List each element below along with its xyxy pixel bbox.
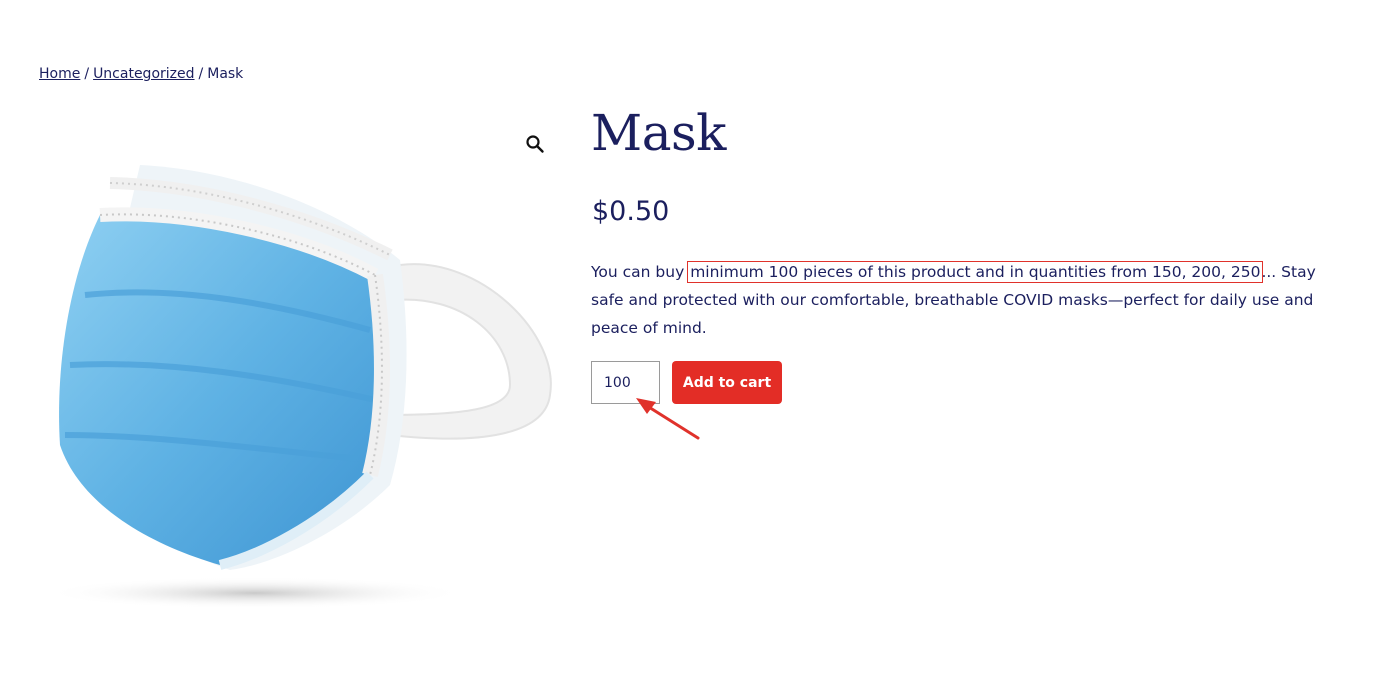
breadcrumb-separator: /	[198, 66, 204, 82]
annotation-arrow	[636, 398, 700, 440]
product-image[interactable]	[40, 115, 560, 625]
zoom-button[interactable]	[522, 131, 548, 157]
product-title: Mask	[591, 104, 726, 162]
breadcrumb: Home / Uncategorized / Mask	[39, 66, 243, 82]
breadcrumb-category-link[interactable]: Uncategorized	[93, 66, 194, 82]
mask-image	[45, 165, 552, 609]
breadcrumb-home-link[interactable]: Home	[39, 66, 80, 82]
product-price: $0.50	[592, 196, 670, 227]
description-text: You can buy	[591, 263, 690, 281]
product-description: You can buy minimum 100 pieces of this p…	[591, 258, 1351, 342]
magnifier-icon	[526, 135, 544, 153]
highlighted-quantity-rule: minimum 100 pieces of this product and i…	[687, 261, 1264, 283]
breadcrumb-separator: /	[84, 66, 90, 82]
breadcrumb-current: Mask	[207, 66, 244, 82]
